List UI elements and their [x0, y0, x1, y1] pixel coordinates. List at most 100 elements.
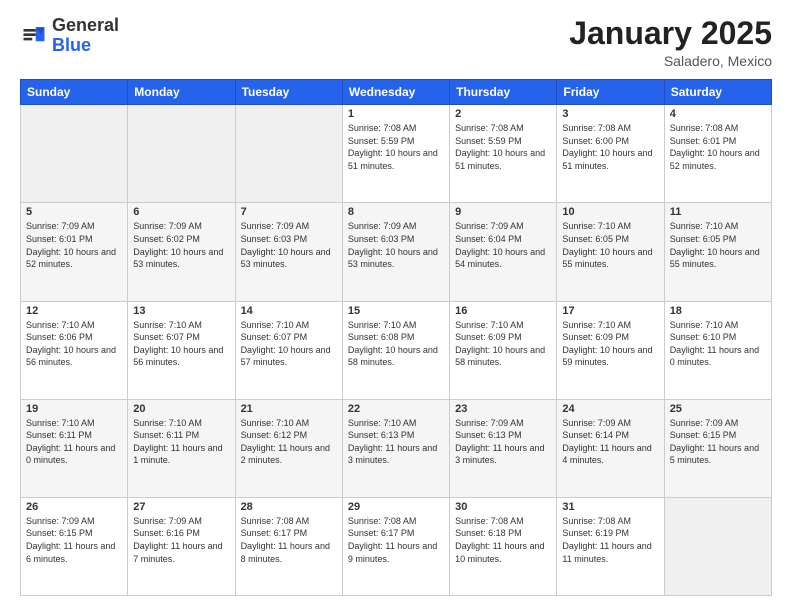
logo: General Blue — [20, 16, 119, 56]
day-number: 27 — [133, 501, 229, 513]
calendar-cell: 24 Sunrise: 7:09 AMSunset: 6:14 PMDayligh… — [557, 399, 664, 497]
day-number: 4 — [670, 108, 766, 120]
day-info: Sunrise: 7:10 AMSunset: 6:09 PMDaylight:… — [455, 319, 551, 369]
calendar-cell: 10 Sunrise: 7:10 AMSunset: 6:05 PMDayligh… — [557, 203, 664, 301]
day-number: 13 — [133, 305, 229, 317]
day-number: 2 — [455, 108, 551, 120]
logo-general: General — [52, 15, 119, 35]
day-number: 15 — [348, 305, 444, 317]
calendar-cell: 1 Sunrise: 7:08 AMSunset: 5:59 PMDaylight… — [342, 105, 449, 203]
calendar-cell: 25Sunrise: 7:09 AMSunset: 6:15 PMDayligh… — [664, 399, 771, 497]
calendar-cell: 16 Sunrise: 7:10 AMSunset: 6:09 PMDayligh… — [450, 301, 557, 399]
logo-blue: Blue — [52, 35, 91, 55]
week-row-1: 1 Sunrise: 7:08 AMSunset: 5:59 PMDaylight… — [21, 105, 772, 203]
day-info: Sunrise: 7:09 AMSunset: 6:03 PMDaylight:… — [241, 220, 337, 270]
day-number: 1 — [348, 108, 444, 120]
day-number: 17 — [562, 305, 658, 317]
day-number: 8 — [348, 206, 444, 218]
calendar-cell: 31Sunrise: 7:08 AMSunset: 6:19 PMDayligh… — [557, 497, 664, 595]
calendar-title: January 2025 — [569, 16, 772, 51]
day-number: 24 — [562, 403, 658, 415]
header: General Blue January 2025 Saladero, Mexi… — [20, 16, 772, 69]
calendar-cell: 21 Sunrise: 7:10 AMSunset: 6:12 PMDayligh… — [235, 399, 342, 497]
calendar-cell: 6Sunrise: 7:09 AMSunset: 6:02 PMDaylight… — [128, 203, 235, 301]
calendar-cell — [664, 497, 771, 595]
weekday-header-thursday: Thursday — [450, 80, 557, 105]
day-info: Sunrise: 7:10 AMSunset: 6:05 PMDaylight:… — [562, 220, 658, 270]
day-info: Sunrise: 7:08 AMSunset: 6:17 PMDaylight:… — [241, 515, 337, 565]
day-number: 3 — [562, 108, 658, 120]
day-info: Sunrise: 7:09 AMSunset: 6:15 PMDaylight:… — [26, 515, 122, 565]
day-number: 18 — [670, 305, 766, 317]
calendar-cell: 27 Sunrise: 7:09 AMSunset: 6:16 PMDayligh… — [128, 497, 235, 595]
calendar-cell — [235, 105, 342, 203]
day-info: Sunrise: 7:09 AMSunset: 6:03 PMDaylight:… — [348, 220, 444, 270]
day-info: Sunrise: 7:10 AMSunset: 6:11 PMDaylight:… — [133, 417, 229, 467]
day-info: Sunrise: 7:09 AMSunset: 6:16 PMDaylight:… — [133, 515, 229, 565]
day-number: 11 — [670, 206, 766, 218]
day-info: Sunrise: 7:10 AMSunset: 6:07 PMDaylight:… — [133, 319, 229, 369]
calendar-cell: 13 Sunrise: 7:10 AMSunset: 6:07 PMDayligh… — [128, 301, 235, 399]
title-block: January 2025 Saladero, Mexico — [569, 16, 772, 69]
day-info: Sunrise: 7:09 AMSunset: 6:04 PMDaylight:… — [455, 220, 551, 270]
day-number: 23 — [455, 403, 551, 415]
weekday-header-tuesday: Tuesday — [235, 80, 342, 105]
calendar-cell — [21, 105, 128, 203]
day-info: Sunrise: 7:10 AMSunset: 6:08 PMDaylight:… — [348, 319, 444, 369]
day-info: Sunrise: 7:08 AMSunset: 5:59 PMDaylight:… — [348, 122, 444, 172]
week-row-3: 12Sunrise: 7:10 AMSunset: 6:06 PMDayligh… — [21, 301, 772, 399]
day-number: 22 — [348, 403, 444, 415]
weekday-header-sunday: Sunday — [21, 80, 128, 105]
calendar-cell: 23 Sunrise: 7:09 AMSunset: 6:13 PMDayligh… — [450, 399, 557, 497]
day-number: 25 — [670, 403, 766, 415]
week-row-2: 5 Sunrise: 7:09 AMSunset: 6:01 PMDaylight… — [21, 203, 772, 301]
day-number: 28 — [241, 501, 337, 513]
week-row-4: 19 Sunrise: 7:10 AMSunset: 6:11 PMDayligh… — [21, 399, 772, 497]
calendar-cell: 2Sunrise: 7:08 AMSunset: 5:59 PMDaylight… — [450, 105, 557, 203]
day-number: 6 — [133, 206, 229, 218]
day-number: 20 — [133, 403, 229, 415]
day-info: Sunrise: 7:08 AMSunset: 6:00 PMDaylight:… — [562, 122, 658, 172]
day-number: 10 — [562, 206, 658, 218]
day-info: Sunrise: 7:09 AMSunset: 6:14 PMDaylight:… — [562, 417, 658, 467]
day-number: 21 — [241, 403, 337, 415]
calendar-table: SundayMondayTuesdayWednesdayThursdayFrid… — [20, 79, 772, 596]
calendar-cell: 14 Sunrise: 7:10 AMSunset: 6:07 PMDayligh… — [235, 301, 342, 399]
day-number: 14 — [241, 305, 337, 317]
calendar-cell: 11 Sunrise: 7:10 AMSunset: 6:05 PMDayligh… — [664, 203, 771, 301]
day-number: 19 — [26, 403, 122, 415]
calendar-cell: 28 Sunrise: 7:08 AMSunset: 6:17 PMDayligh… — [235, 497, 342, 595]
day-number: 5 — [26, 206, 122, 218]
day-info: Sunrise: 7:08 AMSunset: 6:01 PMDaylight:… — [670, 122, 766, 172]
calendar-cell: 19Sunrise: 7:10 AMSunset: 6:11 PMDayligh… — [21, 399, 128, 497]
logo-icon — [20, 22, 48, 50]
day-number: 26 — [26, 501, 122, 513]
day-number: 16 — [455, 305, 551, 317]
day-info: Sunrise: 7:10 AMSunset: 6:09 PMDaylight:… — [562, 319, 658, 369]
day-info: Sunrise: 7:09 AMSunset: 6:13 PMDaylight:… — [455, 417, 551, 467]
day-info: Sunrise: 7:08 AMSunset: 6:17 PMDaylight:… — [348, 515, 444, 565]
page: General Blue January 2025 Saladero, Mexi… — [0, 0, 792, 612]
calendar-cell: 15 Sunrise: 7:10 AMSunset: 6:08 PMDayligh… — [342, 301, 449, 399]
weekday-header-wednesday: Wednesday — [342, 80, 449, 105]
weekday-header-row: SundayMondayTuesdayWednesdayThursdayFrid… — [21, 80, 772, 105]
day-info: Sunrise: 7:10 AMSunset: 6:10 PMDaylight:… — [670, 319, 766, 369]
week-row-5: 26 Sunrise: 7:09 AMSunset: 6:15 PMDayligh… — [21, 497, 772, 595]
calendar-cell: 9Sunrise: 7:09 AMSunset: 6:04 PMDaylight… — [450, 203, 557, 301]
day-number: 7 — [241, 206, 337, 218]
day-info: Sunrise: 7:10 AMSunset: 6:05 PMDaylight:… — [670, 220, 766, 270]
calendar-cell: 20 Sunrise: 7:10 AMSunset: 6:11 PMDayligh… — [128, 399, 235, 497]
day-number: 29 — [348, 501, 444, 513]
day-info: Sunrise: 7:10 AMSunset: 6:12 PMDaylight:… — [241, 417, 337, 467]
day-info: Sunrise: 7:10 AMSunset: 6:06 PMDaylight:… — [26, 319, 122, 369]
calendar-cell: 30 Sunrise: 7:08 AMSunset: 6:18 PMDayligh… — [450, 497, 557, 595]
day-number: 30 — [455, 501, 551, 513]
calendar-cell: 22Sunrise: 7:10 AMSunset: 6:13 PMDayligh… — [342, 399, 449, 497]
day-info: Sunrise: 7:08 AMSunset: 6:18 PMDaylight:… — [455, 515, 551, 565]
day-info: Sunrise: 7:09 AMSunset: 6:01 PMDaylight:… — [26, 220, 122, 270]
day-info: Sunrise: 7:10 AMSunset: 6:07 PMDaylight:… — [241, 319, 337, 369]
calendar-subtitle: Saladero, Mexico — [569, 53, 772, 69]
calendar-cell: 12Sunrise: 7:10 AMSunset: 6:06 PMDayligh… — [21, 301, 128, 399]
day-info: Sunrise: 7:08 AMSunset: 6:19 PMDaylight:… — [562, 515, 658, 565]
calendar-cell — [128, 105, 235, 203]
